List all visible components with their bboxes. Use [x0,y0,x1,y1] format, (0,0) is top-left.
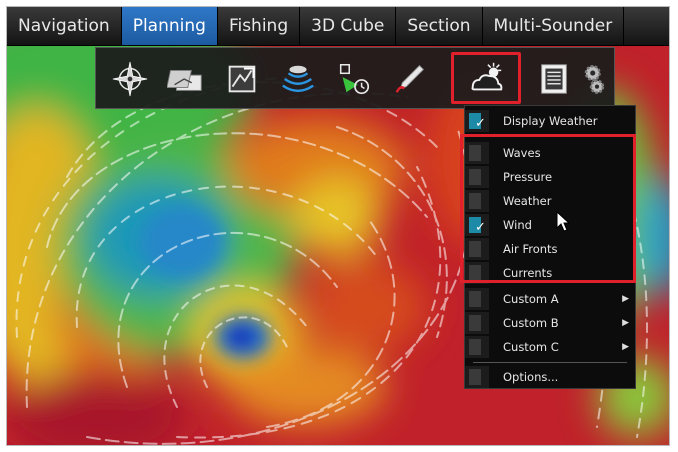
menu-separator [473,362,627,363]
menu-item-label: Wind [503,218,532,232]
menu-item-label: Pressure [503,170,553,184]
satellite-dish-button[interactable] [274,56,322,102]
menu-item-label: Custom C [503,340,559,354]
check-gutter [469,169,481,185]
app-window: Navigation Planning Fishing 3D Cube Sect… [6,6,670,446]
menu-item-display-weather[interactable]: ✓ Display Weather [465,110,635,132]
chart-frame-icon [228,65,256,93]
mouse-cursor-icon [556,211,571,232]
chart-frame-button[interactable] [218,56,266,102]
settings-button[interactable] [580,56,614,102]
satellite-dish-icon [282,65,314,93]
target-timer-icon [339,63,370,95]
menu-item-custom-b[interactable]: Custom B ▶ [465,312,635,334]
menu-item-label: Weather [503,194,552,208]
pen-button[interactable] [386,56,434,102]
check-gutter [469,145,481,161]
menu-item-weather[interactable]: Weather [465,190,635,212]
check-gutter: ✓ [469,113,486,131]
menu-item-wind[interactable]: ✓ Wind [465,214,635,236]
menu-item-pressure[interactable]: Pressure [465,166,635,188]
submenu-arrow-icon: ▶ [622,294,629,304]
menu-item-label: Waves [503,146,541,160]
check-gutter [469,369,481,385]
menu-item-custom-a[interactable]: Custom A ▶ [465,288,635,310]
weather-button[interactable] [451,52,521,104]
check-gutter [469,339,481,355]
menu-item-label: Custom B [503,316,559,330]
gears-icon [584,64,605,94]
target-timer-button[interactable] [330,56,378,102]
tab-multi-sounder[interactable]: Multi-Sounder [483,7,625,45]
tab-3d-cube[interactable]: 3D Cube [300,7,397,45]
submenu-arrow-icon: ▶ [622,342,629,352]
table-panel-icon [541,64,567,94]
table-panel-button[interactable] [530,56,578,102]
weather-icon [471,62,503,91]
tab-planning[interactable]: Planning [121,7,218,45]
menu-item-options[interactable]: Options... [465,366,635,388]
check-gutter [469,265,481,281]
menu-item-label: Air Fronts [503,242,558,256]
route-sheets-icon [167,69,202,91]
menu-item-label: Options... [503,370,559,384]
menu-item-custom-c[interactable]: Custom C ▶ [465,336,635,358]
menu-item-label: Currents [503,266,553,280]
pen-icon [395,65,424,93]
tab-navigation[interactable]: Navigation [7,7,122,45]
route-sheets-button[interactable] [162,56,210,102]
menu-item-air-fronts[interactable]: Air Fronts [465,238,635,260]
submenu-arrow-icon: ▶ [622,318,629,328]
menu-item-currents[interactable]: Currents [465,262,635,284]
menu-item-waves[interactable]: Waves [465,142,635,164]
menu-item-label: Custom A [503,292,559,306]
menu-item-label: Display Weather [503,114,598,128]
check-gutter: ✓ [469,217,486,235]
compass-rose-button[interactable] [106,56,154,102]
check-gutter [469,315,481,331]
weather-dropdown-menu: ✓ Display Weather Waves Pressure Weather… [464,105,636,389]
checkmark-icon: ✓ [475,220,486,235]
main-tab-bar: Navigation Planning Fishing 3D Cube Sect… [7,7,669,46]
check-gutter [469,193,481,209]
check-gutter [469,241,481,257]
tab-fishing[interactable]: Fishing [218,7,301,45]
compass-rose-icon [112,61,148,97]
checkmark-icon: ✓ [475,116,486,131]
tab-section[interactable]: Section [396,7,483,45]
planning-toolbar [95,47,615,109]
check-gutter [469,291,481,307]
